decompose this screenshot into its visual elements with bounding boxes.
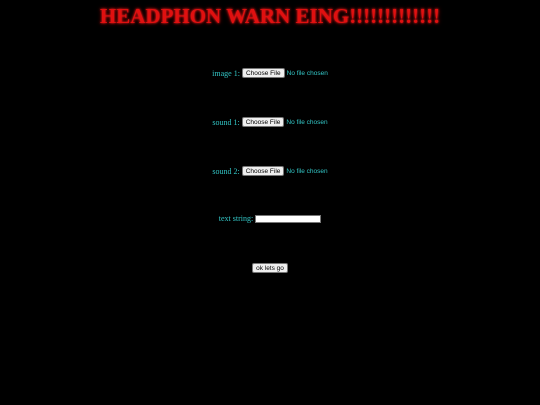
sound2-file-status: No file chosen [286,167,328,175]
sound2-row: sound 2: Choose File No file chosen [0,166,540,176]
submit-button[interactable]: ok lets go [252,263,288,273]
image1-label: image 1: [212,68,240,78]
image1-file-status: No file chosen [286,69,328,77]
sound1-row: sound 1: Choose File No file chosen [0,117,540,127]
text-string-input[interactable] [255,214,322,223]
sound2-label: sound 2: [212,166,240,176]
submit-row: ok lets go [0,263,540,273]
sound1-file-status: No file chosen [286,118,328,126]
sound2-choose-file-button[interactable]: Choose File [241,166,285,176]
image1-row: image 1: Choose File No file chosen [0,68,540,78]
sound1-choose-file-button[interactable]: Choose File [241,117,285,127]
page-title: HEADPHON WARN EING!!!!!!!!!!!!! [99,4,441,28]
page: HEADPHON WARN EING!!!!!!!!!!!!! image 1:… [0,0,540,405]
text-string-label: text string: [218,214,254,223]
sound1-label: sound 1: [212,117,240,127]
text-string-row: text string: [0,214,540,223]
image1-choose-file-button[interactable]: Choose File [241,68,285,78]
